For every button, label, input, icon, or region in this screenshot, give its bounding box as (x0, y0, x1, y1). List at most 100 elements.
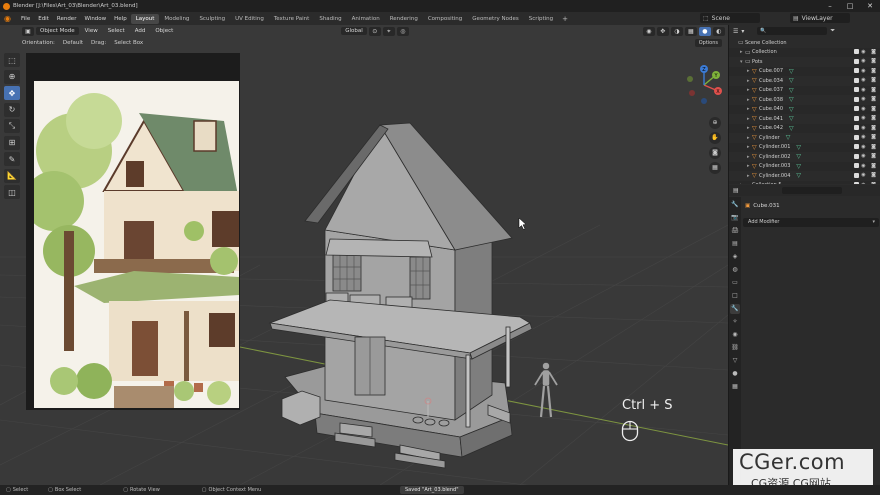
active-object-name[interactable]: Cube.031 (753, 203, 779, 209)
outliner-editor-icon[interactable]: ☰ (733, 28, 738, 35)
outliner-row[interactable]: ▸ ▽ Cylinder ▽ ◉ ◙ (729, 133, 880, 143)
outliner-row[interactable]: ▸▭Collection 5◉ ◙ (729, 180, 880, 185)
outliner-row[interactable]: ▸ ▽ Cube.007 ▽ ◉ ◙ (729, 66, 880, 76)
exclude-checkbox[interactable] (854, 77, 859, 83)
rotate-tool-icon[interactable]: ↻ (4, 102, 20, 117)
texture-tab-icon[interactable]: ▦ (730, 382, 740, 392)
exclude-checkbox[interactable] (854, 163, 859, 168)
exclude-checkbox[interactable] (854, 153, 859, 159)
eye-icon[interactable]: ◉ ◙ (861, 182, 878, 185)
maximize-icon[interactable]: □ (840, 0, 860, 12)
move-tool-icon[interactable]: ✥ (4, 86, 20, 100)
exclude-checkbox[interactable] (854, 68, 859, 73)
add-workspace-button[interactable]: + (558, 15, 572, 23)
blender-logo-icon[interactable]: ◉ (4, 14, 14, 24)
menu-render[interactable]: Render (53, 16, 81, 22)
editor-type-icon[interactable]: ▣ (22, 26, 34, 36)
menu-edit[interactable]: Edit (34, 16, 53, 22)
filter-icon[interactable]: ⏷ (830, 27, 835, 35)
transform-orientation-dropdown[interactable]: Global (341, 27, 367, 35)
exclude-checkbox[interactable] (854, 172, 859, 178)
camera-view-icon[interactable]: ◙ (709, 147, 721, 159)
zoom-icon[interactable]: ⊕ (709, 117, 721, 129)
view-layer-tab-icon[interactable]: ▤ (730, 239, 740, 249)
exclude-checkbox[interactable] (854, 87, 859, 92)
xray-icon[interactable]: ▦ (684, 26, 697, 36)
measure-tool-icon[interactable]: 📐 (4, 168, 20, 183)
exclude-checkbox[interactable] (854, 106, 859, 111)
annotate-tool-icon[interactable]: ✎ (4, 152, 20, 166)
snap-icon[interactable]: ⌖ (382, 26, 395, 36)
outliner-row[interactable]: ▸ ▽ Cylinder.002 ▽ ◉ ◙ (729, 152, 880, 162)
outliner-row[interactable]: ▸ ▽ Cube.041 ▽ ◉ ◙ (729, 114, 880, 124)
outliner-row[interactable]: ▸ ▽ Cylinder.001 ▽ ◉ ◙ (729, 142, 880, 152)
material-tab-icon[interactable]: ● (730, 369, 740, 379)
perspective-grid-icon[interactable]: ▦ (709, 162, 721, 174)
tab-sculpting[interactable]: Sculpting (194, 14, 230, 24)
add-cube-tool-icon[interactable]: ◫ (4, 185, 20, 199)
exclude-checkbox[interactable] (854, 134, 859, 140)
close-icon[interactable]: ✕ (860, 0, 880, 12)
orientation-dropdown[interactable]: Default (59, 40, 87, 46)
exclude-checkbox[interactable] (854, 115, 859, 121)
shading-material-icon[interactable]: ◐ (712, 26, 725, 36)
visibility-icon[interactable]: ◉ (642, 26, 655, 36)
outliner-row[interactable]: ▸ ▽ Cube.038 ▽ ◉ ◙ (729, 95, 880, 105)
tab-scripting[interactable]: Scripting (524, 14, 558, 24)
menu-file[interactable]: File (17, 16, 34, 22)
eye-icon[interactable]: ◉ ◙ (861, 172, 878, 178)
menu-window[interactable]: Window (80, 16, 110, 22)
tab-rendering[interactable]: Rendering (385, 14, 423, 24)
tool-tab-icon[interactable]: 🔧 (730, 200, 740, 210)
eye-icon[interactable]: ◉ ◙ (861, 134, 878, 140)
tab-texture-paint[interactable]: Texture Paint (269, 14, 315, 24)
world-tab-icon[interactable]: ◍ (730, 265, 740, 275)
mode-dropdown[interactable]: Object Mode (36, 27, 79, 35)
eye-icon[interactable]: ◉ ◙ (861, 49, 878, 55)
scale-tool-icon[interactable]: ⤡ (4, 119, 20, 133)
properties-search-input[interactable] (781, 187, 842, 194)
exclude-checkbox[interactable] (854, 96, 859, 102)
exclude-checkbox[interactable] (854, 125, 859, 130)
physics-tab-icon[interactable]: ◉ (730, 330, 740, 340)
shading-solid-icon[interactable]: ● (698, 26, 711, 36)
render-tab-icon[interactable]: 📷 (730, 213, 740, 223)
object-tab-icon[interactable]: □ (730, 291, 740, 301)
properties-editor-icon[interactable]: ▤ (733, 187, 739, 194)
collection-tab-icon[interactable]: ▭ (730, 278, 740, 288)
eye-icon[interactable]: ◉ ◙ (861, 77, 878, 83)
exclude-checkbox[interactable] (854, 144, 859, 149)
minimize-icon[interactable]: – (820, 0, 840, 12)
menu-help[interactable]: Help (110, 16, 131, 22)
modifier-tab-icon[interactable]: 🔧 (730, 304, 740, 314)
outliner-row[interactable]: ▸ ▽ Cube.037 ▽ ◉ ◙ (729, 85, 880, 95)
eye-icon[interactable]: ◉ ◙ (861, 125, 878, 131)
eye-icon[interactable]: ◉ ◙ (861, 96, 878, 102)
scene-selector[interactable]: ⬚ Scene (700, 13, 760, 23)
outliner-row[interactable]: ▸ ▭ Collection ◉ ◙ (729, 47, 880, 57)
menu-object[interactable]: Object (151, 27, 177, 35)
eye-icon[interactable]: ◉ ◙ (861, 58, 878, 64)
exclude-checkbox[interactable] (854, 49, 859, 54)
3d-viewport[interactable]: ▣ Object Mode View Select Add Object Glo… (0, 25, 728, 485)
drag-dropdown[interactable]: Select Box (110, 40, 147, 46)
outliner-row[interactable]: ▾ ▭ Pots ◉ ◙ (729, 57, 880, 67)
navigation-gizmo[interactable]: X Y Z (684, 65, 724, 105)
tab-geometry-nodes[interactable]: Geometry Nodes (467, 14, 523, 24)
constraints-tab-icon[interactable]: ⛓ (730, 343, 740, 353)
particles-tab-icon[interactable]: ✧ (730, 317, 740, 327)
eye-icon[interactable]: ◉ ◙ (861, 115, 878, 121)
exclude-checkbox[interactable] (854, 58, 859, 64)
eye-icon[interactable]: ◉ ◙ (861, 106, 878, 112)
menu-add[interactable]: Add (131, 27, 150, 35)
outliner-row[interactable]: ▭ Scene Collection (729, 38, 880, 48)
proportional-edit-icon[interactable]: ◎ (396, 26, 409, 36)
eye-icon[interactable]: ◉ ◙ (861, 87, 878, 93)
outliner-row[interactable]: ▸ ▽ Cube.034 ▽ ◉ ◙ (729, 76, 880, 86)
tab-compositing[interactable]: Compositing (423, 14, 467, 24)
tab-layout[interactable]: Layout (130, 13, 160, 24)
select-box-tool-icon[interactable]: ⬚ (4, 53, 20, 67)
gizmo-toggle-icon[interactable]: ✥ (656, 26, 669, 36)
menu-view[interactable]: View (81, 27, 102, 35)
scene-tab-icon[interactable]: ◈ (730, 252, 740, 262)
